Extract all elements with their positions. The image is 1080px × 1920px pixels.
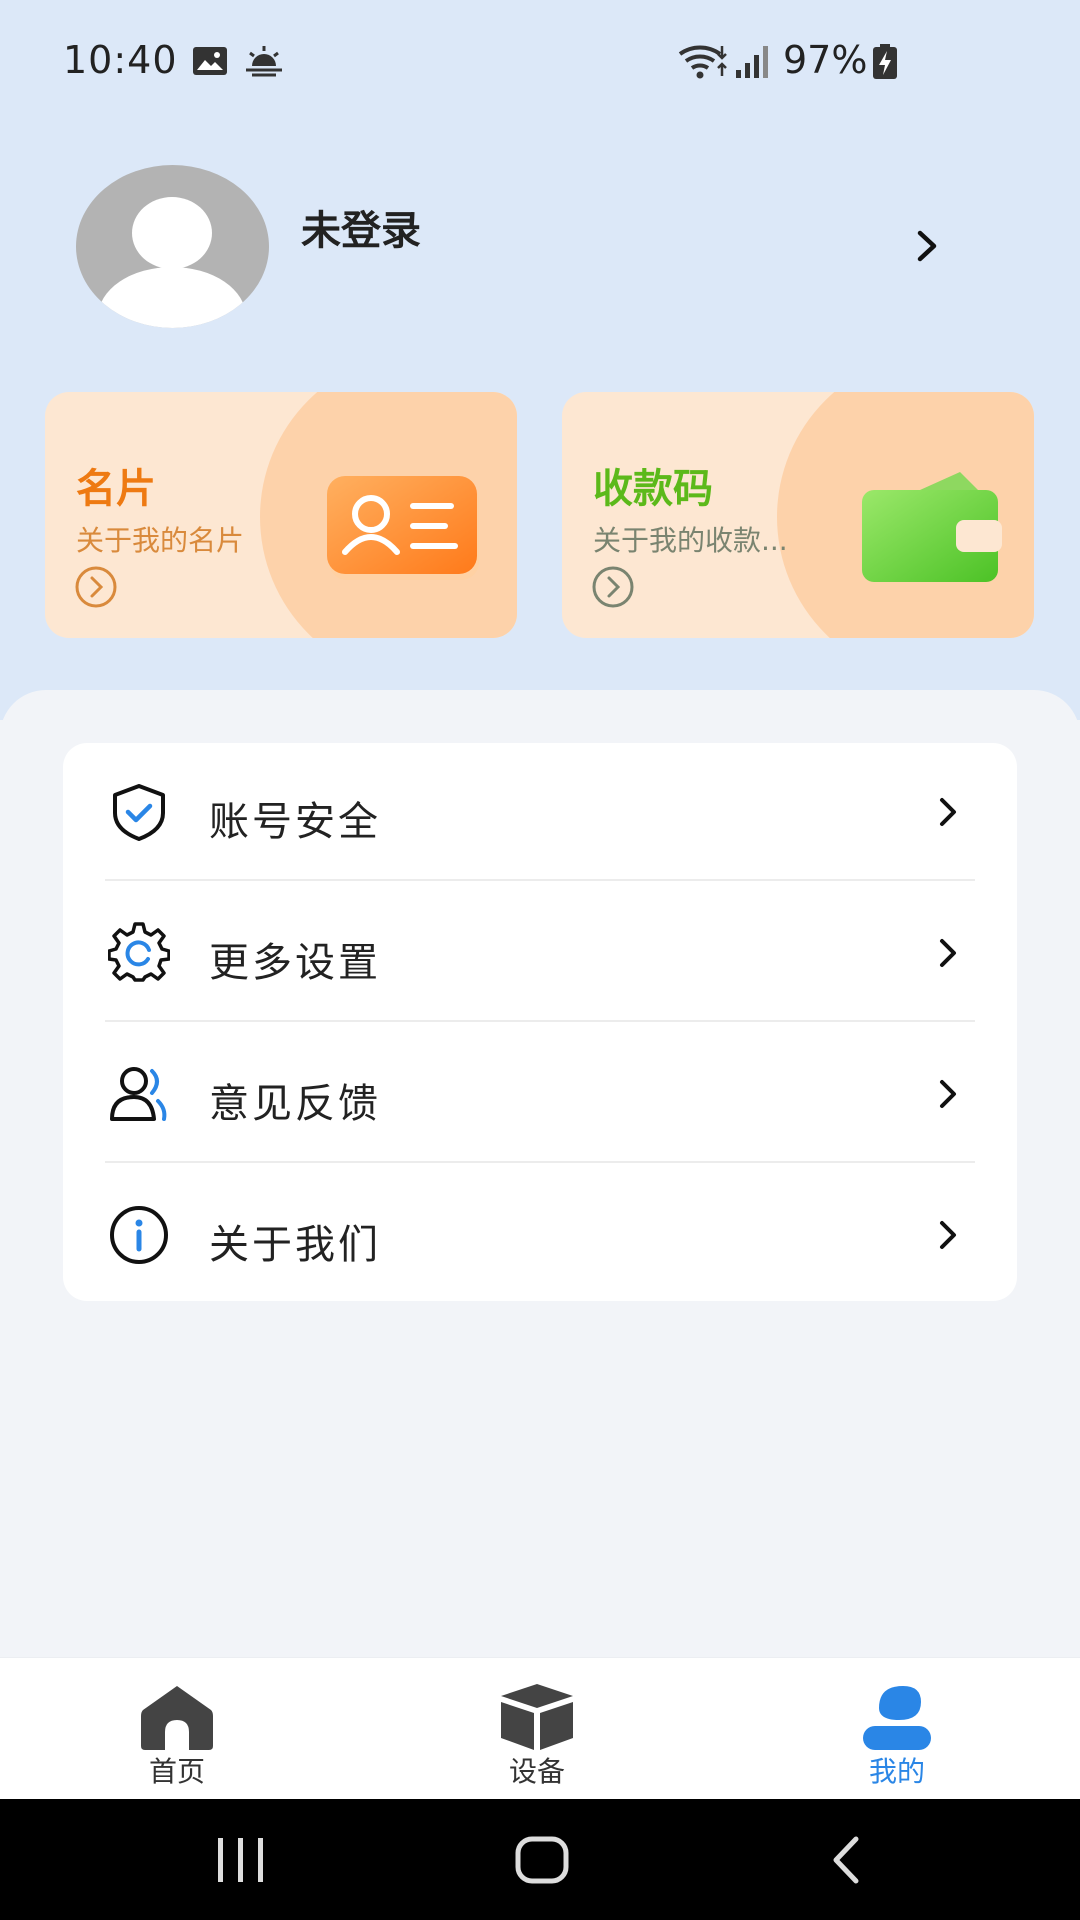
shield-check-icon: [113, 784, 165, 841]
battery-charging-icon: [873, 44, 897, 79]
weather-icon: [246, 46, 282, 77]
card-title: 收款码: [593, 466, 713, 512]
nav-label: 我的: [868, 1755, 925, 1788]
nav-tab-device[interactable]: 设备: [437, 1658, 637, 1800]
gallery-icon: [193, 47, 227, 75]
chevron-right-icon: [940, 798, 956, 826]
bottom-navigation: 首页 设备 我的: [0, 1657, 1080, 1799]
menu-divider: [105, 879, 975, 881]
status-time: 10:40: [63, 38, 178, 82]
nav-label: 设备: [508, 1755, 565, 1788]
card-title: 名片: [76, 466, 156, 512]
users-feedback-icon: [110, 1067, 167, 1121]
back-icon[interactable]: [826, 1833, 866, 1887]
menu-item-label: 意见反馈: [209, 1081, 381, 1127]
chevron-right-icon: [940, 1221, 956, 1249]
nav-label: 首页: [148, 1755, 205, 1788]
gear-icon: [108, 922, 170, 982]
default-avatar-icon: [98, 197, 246, 328]
settings-menu: 账号安全 更多设置 意见反馈 关于我们: [63, 743, 1017, 1301]
box-icon: [501, 1684, 573, 1750]
user-icon: [863, 1686, 931, 1750]
card-subtitle: 关于我的收款...: [593, 524, 788, 557]
menu-divider: [105, 1161, 975, 1163]
username[interactable]: 未登录: [301, 198, 421, 256]
payment-code-tile[interactable]: 收款码 关于我的收款...: [562, 392, 1034, 638]
signal-icon: [736, 46, 768, 78]
chevron-right-icon: [940, 939, 956, 967]
wallet-icon: [862, 472, 1002, 582]
card-subtitle: 关于我的名片: [76, 524, 245, 557]
menu-item-feedback[interactable]: 意见反馈: [63, 1025, 1017, 1166]
info-icon: [110, 1206, 168, 1264]
chevron-right-icon: [940, 1080, 956, 1108]
system-navigation-bar: [0, 1799, 1080, 1920]
recent-apps-icon[interactable]: [216, 1833, 268, 1887]
battery-percentage: 97%: [783, 38, 868, 82]
menu-item-about-us[interactable]: 关于我们: [63, 1166, 1017, 1307]
circle-arrow-right-icon[interactable]: [591, 565, 635, 609]
home-button-icon[interactable]: [514, 1833, 570, 1887]
id-card-icon: [327, 476, 479, 580]
home-icon: [141, 1686, 213, 1750]
menu-item-label: 更多设置: [209, 940, 381, 986]
menu-item-label: 关于我们: [209, 1222, 381, 1268]
nav-tab-home[interactable]: 首页: [77, 1658, 277, 1800]
circle-arrow-right-icon[interactable]: [74, 565, 118, 609]
nav-tab-mine[interactable]: 我的: [797, 1658, 997, 1800]
menu-item-account-security[interactable]: 账号安全: [63, 743, 1017, 884]
wifi-icon: [678, 45, 727, 79]
chevron-right-icon[interactable]: [912, 228, 942, 264]
business-card-tile[interactable]: 名片 关于我的名片: [45, 392, 517, 638]
menu-item-label: 账号安全: [209, 799, 381, 845]
status-bar: 10:40 97%: [0, 30, 1080, 90]
menu-divider: [105, 1020, 975, 1022]
avatar[interactable]: [76, 165, 269, 328]
menu-item-more-settings[interactable]: 更多设置: [63, 884, 1017, 1025]
